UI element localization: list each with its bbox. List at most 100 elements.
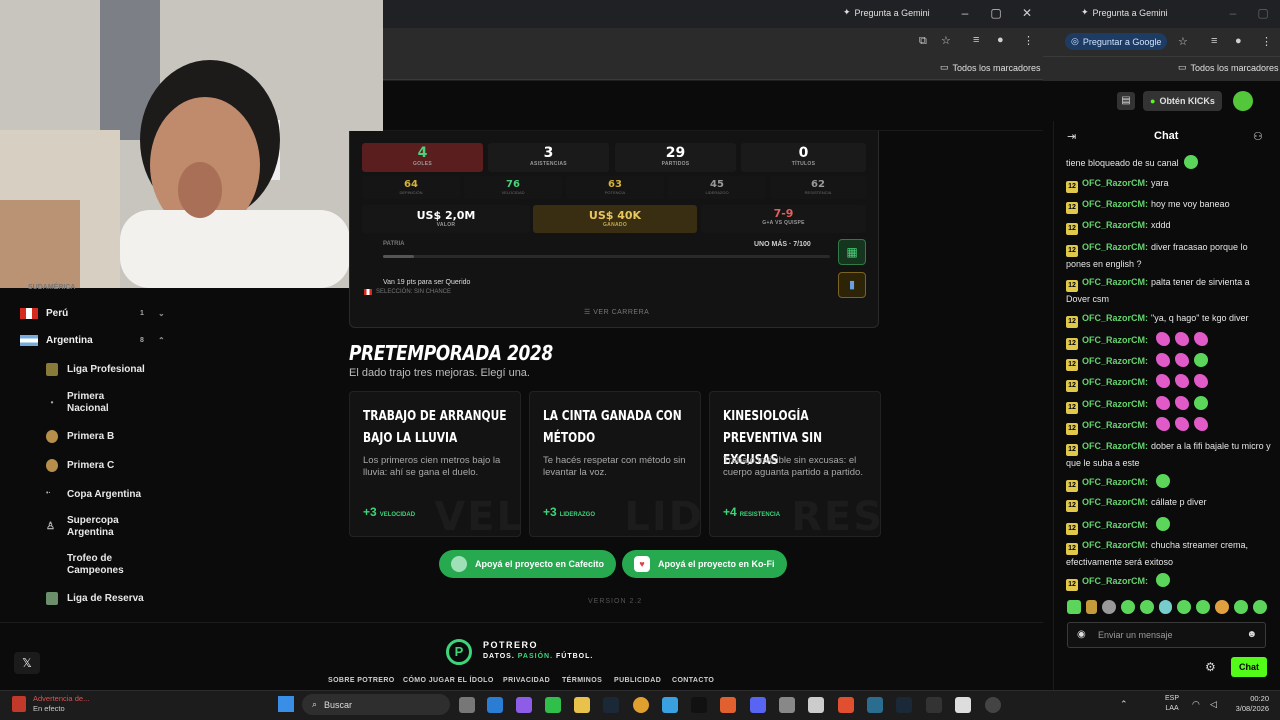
taskbar-search[interactable]: ⌕ Buscar [302, 694, 450, 715]
chat-username[interactable]: OFC_RazorCM: [1082, 242, 1148, 252]
all-bookmarks-button[interactable]: ▭ Todos los marcadores [940, 62, 1041, 73]
minimize-button[interactable]: – [955, 6, 975, 20]
taskbar-warning[interactable]: Advertencia de... En efecto [33, 694, 89, 714]
restore-button-right[interactable]: ▢ [1253, 6, 1273, 20]
sidebar-item-peru[interactable]: Perú 1 ⌄ [0, 308, 185, 319]
emote-icon[interactable] [1196, 600, 1211, 614]
tiktok-icon[interactable] [691, 697, 707, 713]
chat-username[interactable]: OFC_RazorCM: [1082, 420, 1148, 430]
avatar[interactable] [1233, 91, 1253, 111]
app-icon[interactable] [867, 697, 883, 713]
chat-message-input[interactable]: ◉ Enviar un mensaje ☻ [1067, 622, 1266, 648]
chrome-icon[interactable] [633, 697, 649, 713]
chat-username[interactable]: OFC_RazorCM: [1082, 520, 1148, 530]
layout-icon[interactable]: ▤ [1117, 92, 1135, 110]
chat-username[interactable]: OFC_RazorCM: [1082, 477, 1148, 487]
chat-username[interactable]: OFC_RazorCM: [1082, 199, 1148, 209]
chevron-up-icon[interactable]: ⌃ [158, 336, 165, 345]
whatsapp-icon[interactable] [545, 697, 561, 713]
emote-icon[interactable] [1215, 600, 1230, 614]
footer-link-contact[interactable]: CONTACTO [672, 677, 714, 684]
chat-username[interactable]: OFC_RazorCM: [1082, 313, 1148, 323]
sidebar-league-item[interactable]: Liga Profesional [46, 363, 186, 376]
chat-username[interactable]: OFC_RazorCM: [1082, 356, 1148, 366]
close-button[interactable]: ✕ [1017, 6, 1037, 20]
app-icon[interactable] [955, 697, 971, 713]
footer-link-privacy[interactable]: PRIVACIDAD [503, 677, 550, 684]
menu-icon[interactable]: ⋮ [1261, 35, 1272, 48]
star-icon[interactable]: ☆ [1178, 35, 1188, 48]
maximize-button[interactable]: ▢ [986, 6, 1006, 20]
cast-icon[interactable]: ⧉ [919, 35, 927, 48]
chat-username[interactable]: OFC_RazorCM: [1082, 220, 1148, 230]
extension-icon[interactable]: ● [1235, 35, 1242, 47]
get-kicks-button[interactable]: ● Obtén KICKs [1143, 91, 1222, 111]
settings-gear-icon[interactable]: ⚙ [1205, 660, 1216, 674]
emote-icon[interactable] [1253, 600, 1267, 614]
chat-username[interactable]: OFC_RazorCM: [1082, 178, 1148, 188]
footer-link-about[interactable]: SOBRE POTRERO [328, 677, 395, 684]
emote-icon[interactable] [1158, 600, 1173, 614]
tray-chevron-icon[interactable]: ⌃ [1120, 699, 1128, 710]
emote-icon[interactable] [1120, 600, 1135, 614]
footer-link-how-to-play[interactable]: CÓMO JUGAR EL ÍDOLO [403, 677, 494, 684]
kofi-button[interactable]: ♥ Apoyá el proyecto en Ko-Fi [622, 550, 787, 578]
collapse-chat-icon[interactable]: ⇥ [1067, 130, 1076, 143]
media-icon[interactable]: ≡ [1211, 35, 1217, 47]
footer-link-ads[interactable]: PUBLICIDAD [614, 677, 661, 684]
sidebar-item-argentina[interactable]: Argentina 8 ⌃ [0, 335, 185, 346]
chat-username[interactable]: OFC_RazorCM: [1082, 441, 1148, 451]
emote-icon[interactable] [1101, 600, 1116, 614]
all-bookmarks-button-right[interactable]: ▭ Todos los marcadores [1178, 62, 1279, 73]
chat-send-button[interactable]: Chat [1231, 657, 1267, 677]
jersey-icon[interactable]: ▮ [838, 272, 866, 298]
copilot-icon[interactable] [516, 697, 532, 713]
extension-icon[interactable]: ● [997, 34, 1004, 46]
sidebar-league-item[interactable]: Primera C [46, 459, 186, 472]
sidebar-league-item[interactable]: Primera B [46, 430, 186, 443]
ask-gemini-button[interactable]: ✦ Pregunta a Gemini [843, 7, 930, 18]
footer-link-terms[interactable]: TÉRMINOS [562, 677, 602, 684]
emoji-icon[interactable]: ☻ [1246, 629, 1257, 640]
chevron-down-icon[interactable]: ⌄ [158, 309, 165, 318]
chat-username[interactable]: OFC_RazorCM: [1082, 399, 1148, 409]
upgrade-card-resistencia[interactable]: RES Kinesiología preventiva sin excusas … [709, 391, 881, 537]
notepad-icon[interactable] [662, 697, 678, 713]
calculator-icon[interactable] [808, 697, 824, 713]
media-icon[interactable]: ≡ [973, 34, 979, 46]
chat-username[interactable]: OFC_RazorCM: [1082, 377, 1148, 387]
potrero-logo-icon[interactable]: P [446, 639, 472, 665]
clock[interactable]: 00:20 3/08/2026 [1225, 694, 1269, 714]
ask-gemini-button-right[interactable]: ✦ Pregunta a Gemini [1081, 7, 1168, 18]
emote-icon[interactable] [1234, 600, 1249, 614]
chat-username[interactable]: OFC_RazorCM: [1082, 576, 1148, 586]
sidebar-league-item[interactable]: • Primera Nacional [46, 391, 186, 415]
sidebar-league-item[interactable]: ♙ Supercopa Argentina [46, 515, 186, 539]
minimize-button-right[interactable]: – [1223, 6, 1243, 20]
upgrade-card-liderazgo[interactable]: LID La cinta ganada con método Te hacés … [529, 391, 701, 537]
app-icon[interactable] [720, 697, 736, 713]
language-indicator[interactable]: ESP LAA [1165, 694, 1179, 714]
app-icon[interactable] [779, 697, 795, 713]
cafecito-button[interactable]: Apoyá el proyecto en Cafecito [439, 550, 617, 578]
emote-icon[interactable] [1177, 600, 1192, 614]
stadium-icon[interactable]: ▦ [838, 239, 866, 265]
brave-icon[interactable] [838, 697, 854, 713]
ver-carrera-link[interactable]: ☰ VER CARRERA [584, 308, 649, 316]
users-icon[interactable]: ⚇ [1253, 130, 1263, 143]
app-icon[interactable] [985, 697, 1001, 713]
menu-icon[interactable]: ⋮ [1023, 34, 1034, 47]
task-view-icon[interactable] [459, 697, 475, 713]
steam-icon[interactable] [896, 697, 912, 713]
ask-google-button[interactable]: ◎ Preguntar a Google [1065, 33, 1168, 50]
sidebar-league-item[interactable]: Liga de Reserva [46, 592, 186, 605]
edge-icon[interactable] [487, 697, 503, 713]
wifi-icon[interactable]: ◠ [1192, 699, 1200, 710]
emote-icon[interactable] [1139, 600, 1154, 614]
discord-icon[interactable] [750, 697, 766, 713]
emote-icon[interactable] [1085, 600, 1097, 614]
warning-app-icon[interactable] [12, 696, 26, 712]
sidebar-league-item[interactable]: •· Copa Argentina [46, 488, 186, 501]
steam-icon[interactable] [603, 697, 619, 713]
file-explorer-icon[interactable] [574, 697, 590, 713]
